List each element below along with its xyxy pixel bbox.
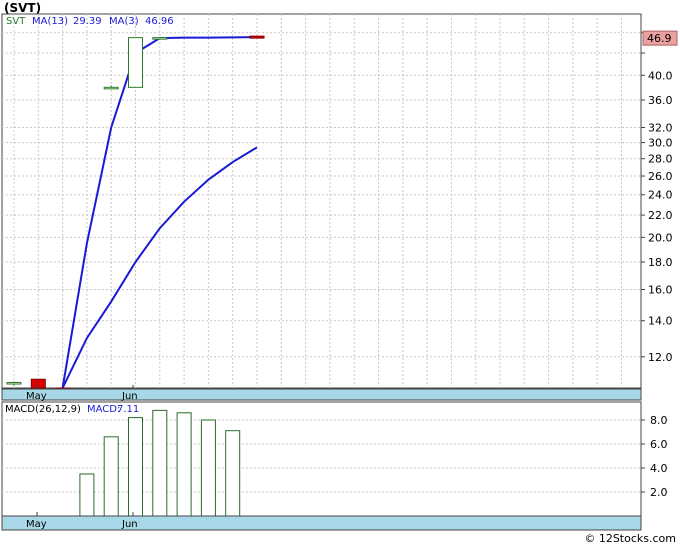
candle-body [128,37,143,88]
macd-date-axis [1,515,642,531]
macd-value-label: MACD: [87,404,120,415]
macd-bar [225,430,241,517]
macd-panel-frame [1,401,642,517]
copyright-footer: © 12Stocks.com [584,532,676,545]
price-y-tick-label: 36.0 [648,94,673,107]
price-y-tick-label: 32.0 [648,121,673,134]
price-date-axis [1,388,642,401]
price-x-tick-label: Jun [121,391,138,402]
last-price-label: 46.9 [647,32,672,45]
macd-bar [79,473,95,517]
price-y-tick-label: 12.0 [648,351,673,364]
price-y-tick-label: 26.0 [648,170,673,183]
macd-x-tick-label: May [26,519,47,530]
chart-stage: 40.0 36.0 32.0 30.0 28.0 26.0 24.0 22.0 20.0 18.0… [0,0,680,546]
macd-bar [128,417,143,517]
macd-y-tick-label: 4.0 [650,462,668,475]
legend-ma3-value: 46.96 [145,16,174,27]
price-x-tick-label: May [26,391,47,402]
candle-body [249,35,265,39]
macd-bar [152,409,168,517]
candle-body [152,37,168,40]
price-chart-svg: 40.0 36.0 32.0 30.0 28.0 26.0 24.0 22.0 20.0 18.0… [1,13,678,531]
legend-ma3-label: MA(3) [109,16,139,27]
macd-bar [103,436,119,517]
macd-legend-label: MACD(26,12,9) [5,404,81,415]
legend-svt-label: SVT [6,16,26,27]
chart-ticker-title: (SVT) [4,1,42,15]
candle-body [6,381,22,385]
macd-bar [200,419,216,517]
legend-ma13-value: 29.39 [73,16,102,27]
candle-body [103,86,119,90]
price-y-tick-label: 30.0 [648,137,673,150]
macd-value-number: 7.11 [117,404,139,415]
macd-y-tick-label: 2.0 [650,486,668,499]
macd-bar [176,412,192,517]
price-y-tick-label: 14.0 [648,315,673,328]
candle-body [30,378,46,389]
macd-x-tick-label: Jun [121,519,138,530]
price-y-tick-label: 28.0 [648,153,673,166]
price-y-tick-label: 18.0 [648,256,673,269]
price-y-tick-label: 40.0 [648,69,673,82]
price-panel-frame [1,13,642,389]
price-y-tick-label: 20.0 [648,231,673,244]
macd-y-tick-label: 8.0 [650,414,668,427]
macd-y-tick-label: 6.0 [650,438,668,451]
price-y-tick-label: 22.0 [648,209,673,222]
price-y-tick-label: 16.0 [648,284,673,297]
price-y-tick-label: 24.0 [648,189,673,202]
legend-ma13-label: MA(13) [32,16,68,27]
